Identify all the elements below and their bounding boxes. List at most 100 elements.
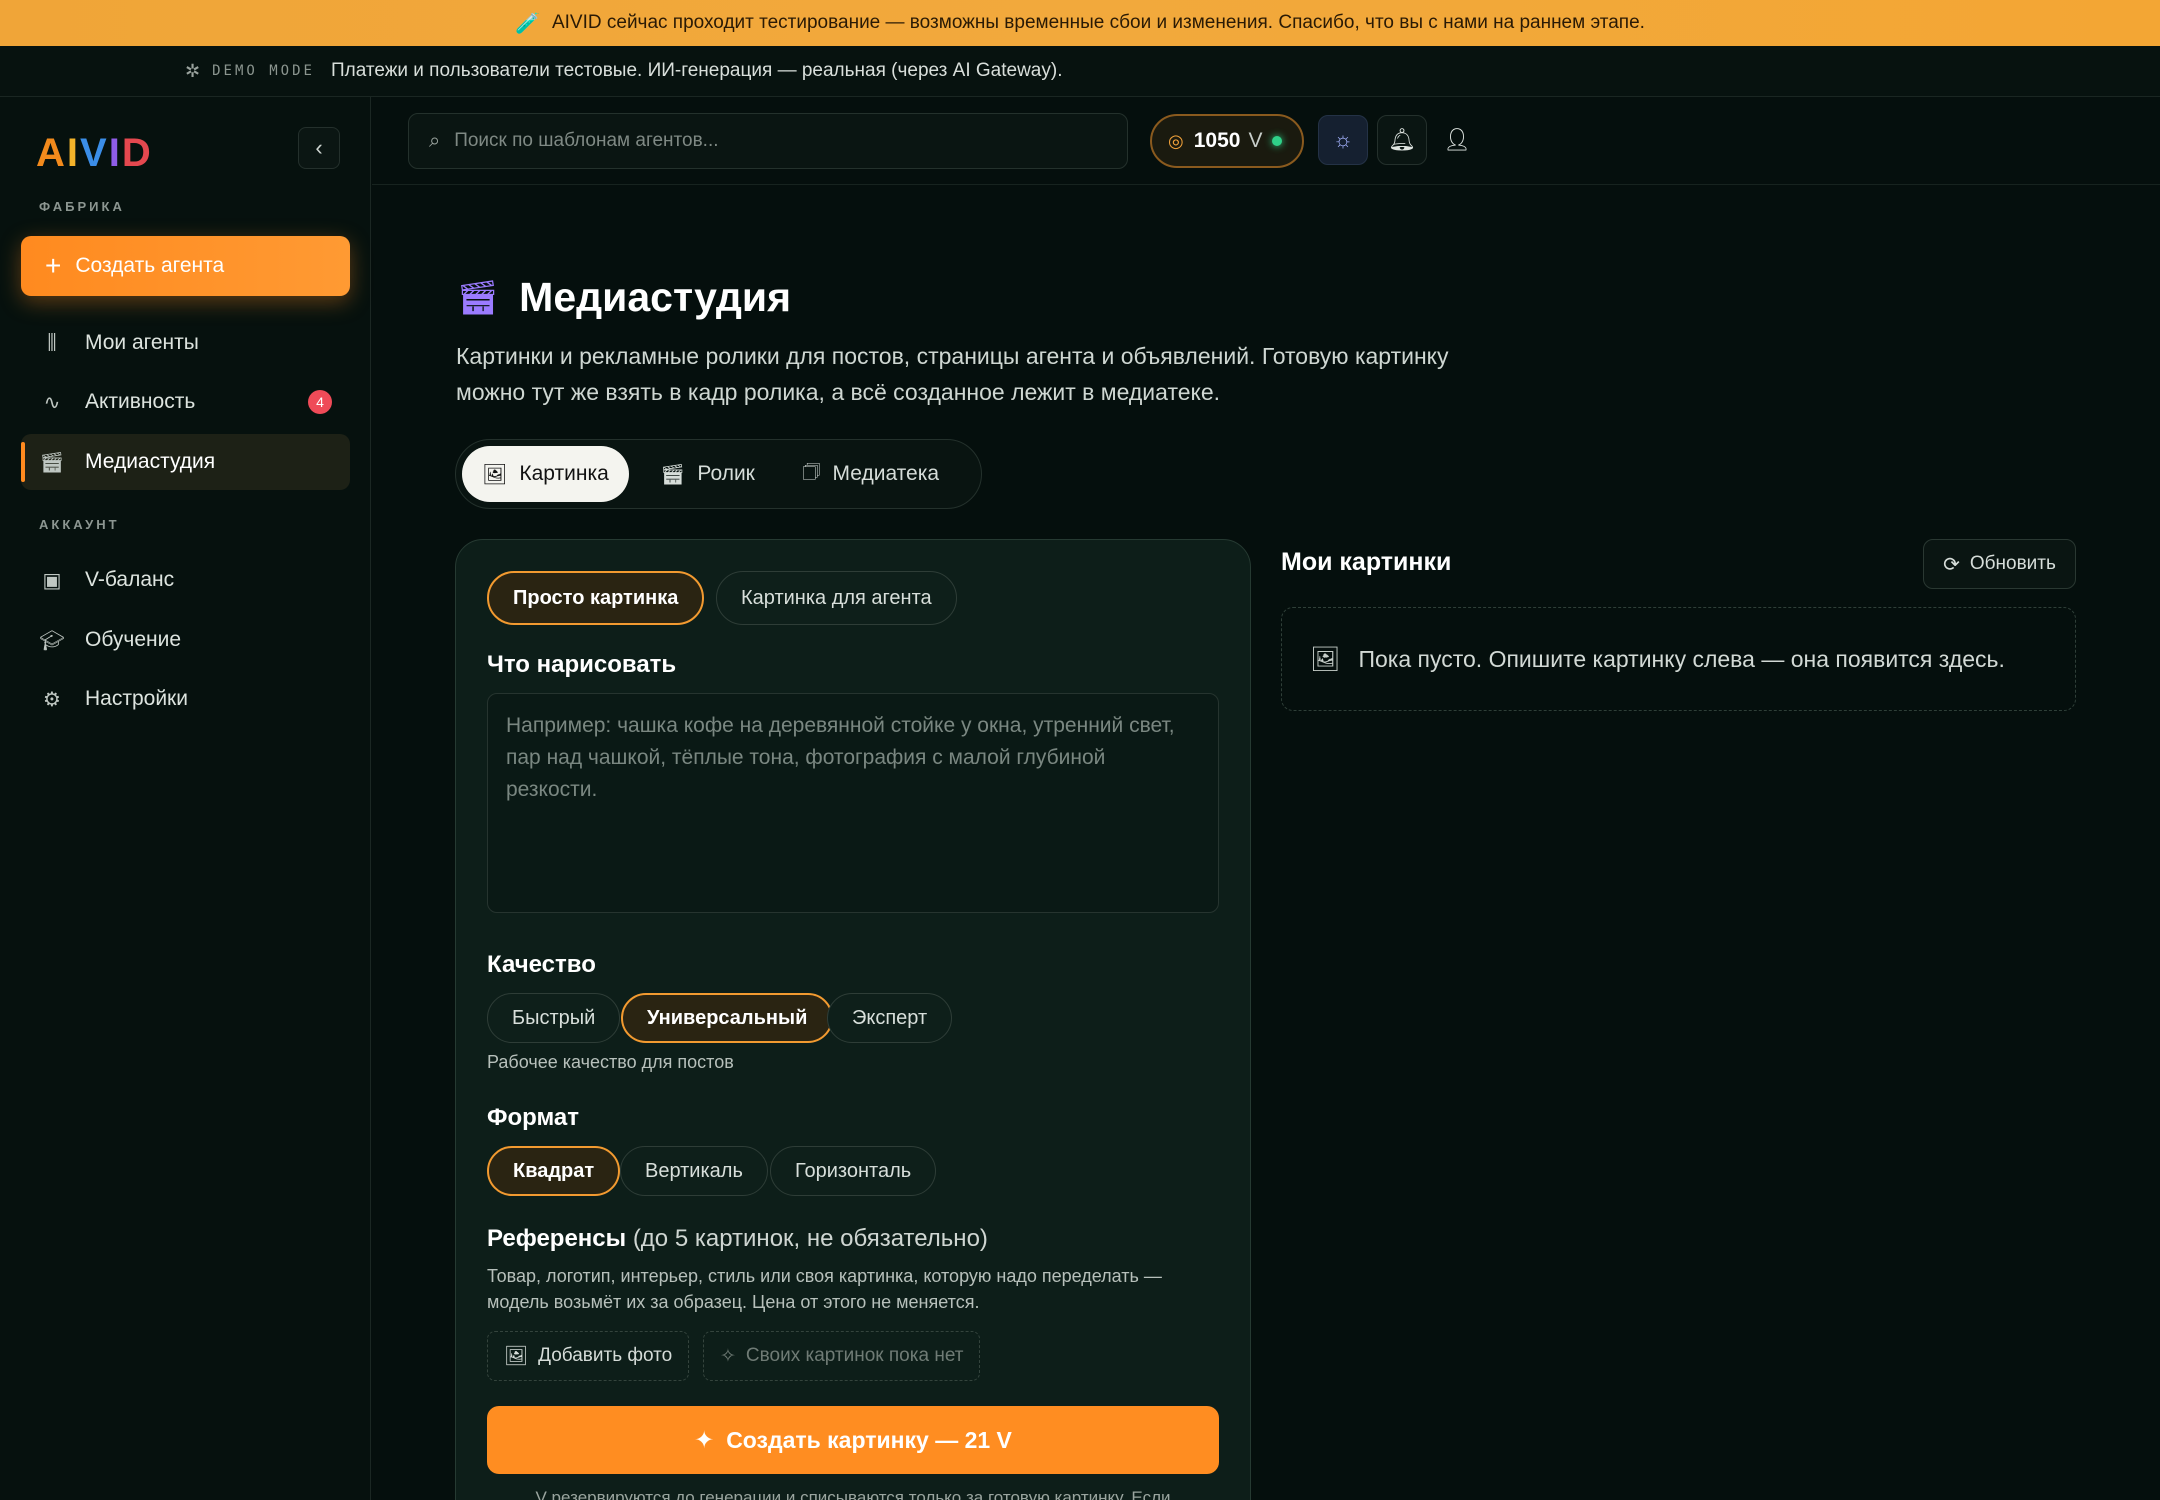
gallery-title: Мои картинки (1281, 548, 1452, 576)
references-label: Референсы (до 5 картинок, не обязательно… (487, 1225, 988, 1253)
theme-toggle-button[interactable]: ☼ (1318, 115, 1368, 165)
demo-mode-label: DEMO MODE (212, 63, 315, 79)
sidebar-item-settings[interactable]: ⚙ Настройки (21, 671, 350, 727)
tab-image[interactable]: 🖼︎ Картинка (462, 446, 629, 502)
magic-wand-icon: ✧ (720, 1345, 736, 1367)
image-plus-icon: 🖼︎ (1310, 645, 1341, 673)
references-hint: Товар, логотип, интерьер, стиль или своя… (487, 1266, 1162, 1312)
aivid-logo[interactable]: AIVID (36, 131, 153, 176)
sidebar-item-label: Активность (85, 390, 196, 413)
graduation-cap-icon: 🎓︎ (39, 629, 65, 652)
generate-image-button[interactable]: ✦ Создать картинку — 21 V (487, 1406, 1219, 1474)
top-header: ⌕ ◎ 1050 V ☼ 🔔︎ 👤︎ (372, 97, 2160, 185)
search-icon: ⌕ (429, 129, 441, 152)
online-status-dot (1272, 136, 1283, 146)
balance-value: 1050 (1193, 129, 1241, 152)
logo-letter: V (80, 131, 109, 175)
sparkle-icon: ✲ (185, 60, 201, 81)
balance-pill[interactable]: ◎ 1050 V (1150, 114, 1304, 168)
format-label: Формат (487, 1104, 580, 1131)
clapperboard-icon: 🎬︎ (39, 451, 65, 474)
prompt-label: Что нарисовать (487, 651, 677, 678)
images-icon: 🗇 (802, 461, 821, 483)
profile-button[interactable]: 👤︎ (1432, 115, 1482, 165)
page-title-row: 🎬︎ Медиастудия (456, 274, 791, 321)
sidebar-item-my-agents[interactable]: ⫼ Мои агенты (21, 315, 350, 371)
image-plus-icon: 🖼︎ (504, 1346, 529, 1367)
media-tabs: 🖼︎ Картинка 🎬︎ Ролик 🗇 Медиатека (455, 439, 982, 509)
gallery-empty-state: 🖼︎ Пока пусто. Опишите картинку слева — … (1281, 607, 2076, 711)
section-label-factory: ФАБРИКА (39, 199, 125, 214)
references-subtitle: (до 5 картинок, не обязательно) (632, 1225, 988, 1252)
wallet-icon: ▣ (42, 569, 62, 592)
sidebar-item-media-studio[interactable]: 🎬︎ Медиастудия (21, 434, 350, 490)
plus-icon: + (45, 250, 62, 281)
search-box[interactable]: ⌕ (408, 113, 1128, 169)
quality-fast[interactable]: Быстрый (487, 993, 621, 1043)
generate-note: V резервируются до генерации и списывают… (535, 1488, 1171, 1500)
sparkles-icon: ✦ (694, 1426, 715, 1454)
clapperboard-icon: 🎬︎ (660, 463, 686, 486)
mode-simple-image[interactable]: Просто картинка (487, 571, 705, 625)
testing-banner-text: AIVID сейчас проходит тестирование — воз… (551, 12, 1645, 33)
image-form-card: Просто картинка Картинка для агента Что … (455, 539, 1251, 1500)
add-photo-label: Добавить фото (538, 1345, 673, 1366)
page-title: Медиастудия (519, 274, 791, 320)
demo-mode-text: Платежи и пользователи тестовые. ИИ-гене… (330, 60, 1063, 81)
mode-agent-image[interactable]: Картинка для агента (716, 571, 957, 625)
clapperboard-icon: 🎬︎ (456, 278, 500, 317)
user-icon: 👤︎ (1443, 127, 1471, 152)
prompt-textarea[interactable] (487, 693, 1219, 913)
quality-universal[interactable]: Универсальный (621, 993, 834, 1043)
add-photo-button[interactable]: 🖼︎ Добавить фото (487, 1331, 690, 1381)
empty-state-text: Пока пусто. Опишите картинку слева — она… (1358, 645, 2005, 672)
create-agent-label: Создать агента (75, 254, 225, 277)
search-input[interactable] (454, 130, 1075, 152)
sidebar-item-label: Обучение (85, 628, 182, 651)
demo-mode-bar: ✲ DEMO MODE Платежи и пользователи тесто… (0, 46, 2160, 97)
notifications-button[interactable]: 🔔︎ (1377, 115, 1427, 165)
sidebar-item-activity[interactable]: ∿ Активность 4 (21, 374, 350, 430)
library-icon: ⫼ (47, 331, 57, 354)
sidebar-item-v-balance[interactable]: ▣ V-баланс (21, 552, 350, 608)
bell-icon: 🔔︎ (1388, 127, 1416, 152)
activity-icon: ∿ (43, 391, 61, 414)
tab-label: Картинка (519, 462, 609, 485)
sidebar: AIVID ‹ ФАБРИКА + Создать агента ⫼ Мои а… (0, 97, 371, 1500)
page-description: Картинки и рекламные ролики для постов, … (456, 343, 1449, 405)
generate-label: Создать картинку — 21 V (726, 1426, 1012, 1453)
format-horizontal[interactable]: Горизонталь (770, 1146, 937, 1196)
testing-banner: 🧪 AIVID сейчас проходит тестирование — в… (0, 0, 2160, 46)
own-images-button: ✧ Своих картинок пока нет (703, 1331, 981, 1381)
gear-icon: ⚙ (43, 688, 61, 711)
logo-letter: D (121, 131, 153, 175)
format-square[interactable]: Квадрат (487, 1146, 621, 1196)
notification-badge: 4 (308, 390, 332, 414)
logo-letter: A (36, 131, 67, 175)
tab-label: Ролик (697, 462, 755, 485)
chevron-left-icon: ‹ (315, 135, 323, 160)
create-agent-button[interactable]: + Создать агента (21, 236, 350, 296)
flask-icon: 🧪 (515, 12, 540, 35)
quality-expert[interactable]: Эксперт (827, 993, 953, 1043)
quality-label: Качество (487, 951, 596, 978)
tab-video[interactable]: 🎬︎ Ролик (640, 446, 775, 502)
sidebar-item-learning[interactable]: 🎓︎ Обучение (21, 612, 350, 668)
refresh-button[interactable]: ⟳ Обновить (1923, 539, 2076, 589)
refresh-icon: ⟳ (1943, 553, 1960, 576)
tab-media-library[interactable]: 🗇 Медиатека (782, 446, 959, 502)
format-vertical[interactable]: Вертикаль (620, 1146, 768, 1196)
logo-letter: I (66, 131, 81, 175)
logo-letter: I (108, 131, 122, 175)
balance-unit: V (1248, 129, 1263, 152)
collapse-sidebar-button[interactable]: ‹ (298, 127, 340, 169)
coins-icon: ◎ (1168, 130, 1184, 151)
sidebar-item-label: Настройки (85, 687, 188, 710)
section-label-account: АККАУНТ (39, 517, 120, 532)
quality-hint: Рабочее качество для постов (487, 1052, 734, 1072)
sidebar-item-label: V-баланс (85, 568, 175, 591)
no-own-images-label: Своих картинок пока нет (745, 1345, 964, 1366)
refresh-label: Обновить (1969, 553, 2056, 574)
references-title: Референсы (487, 1225, 627, 1252)
sun-icon: ☼ (1332, 127, 1354, 152)
